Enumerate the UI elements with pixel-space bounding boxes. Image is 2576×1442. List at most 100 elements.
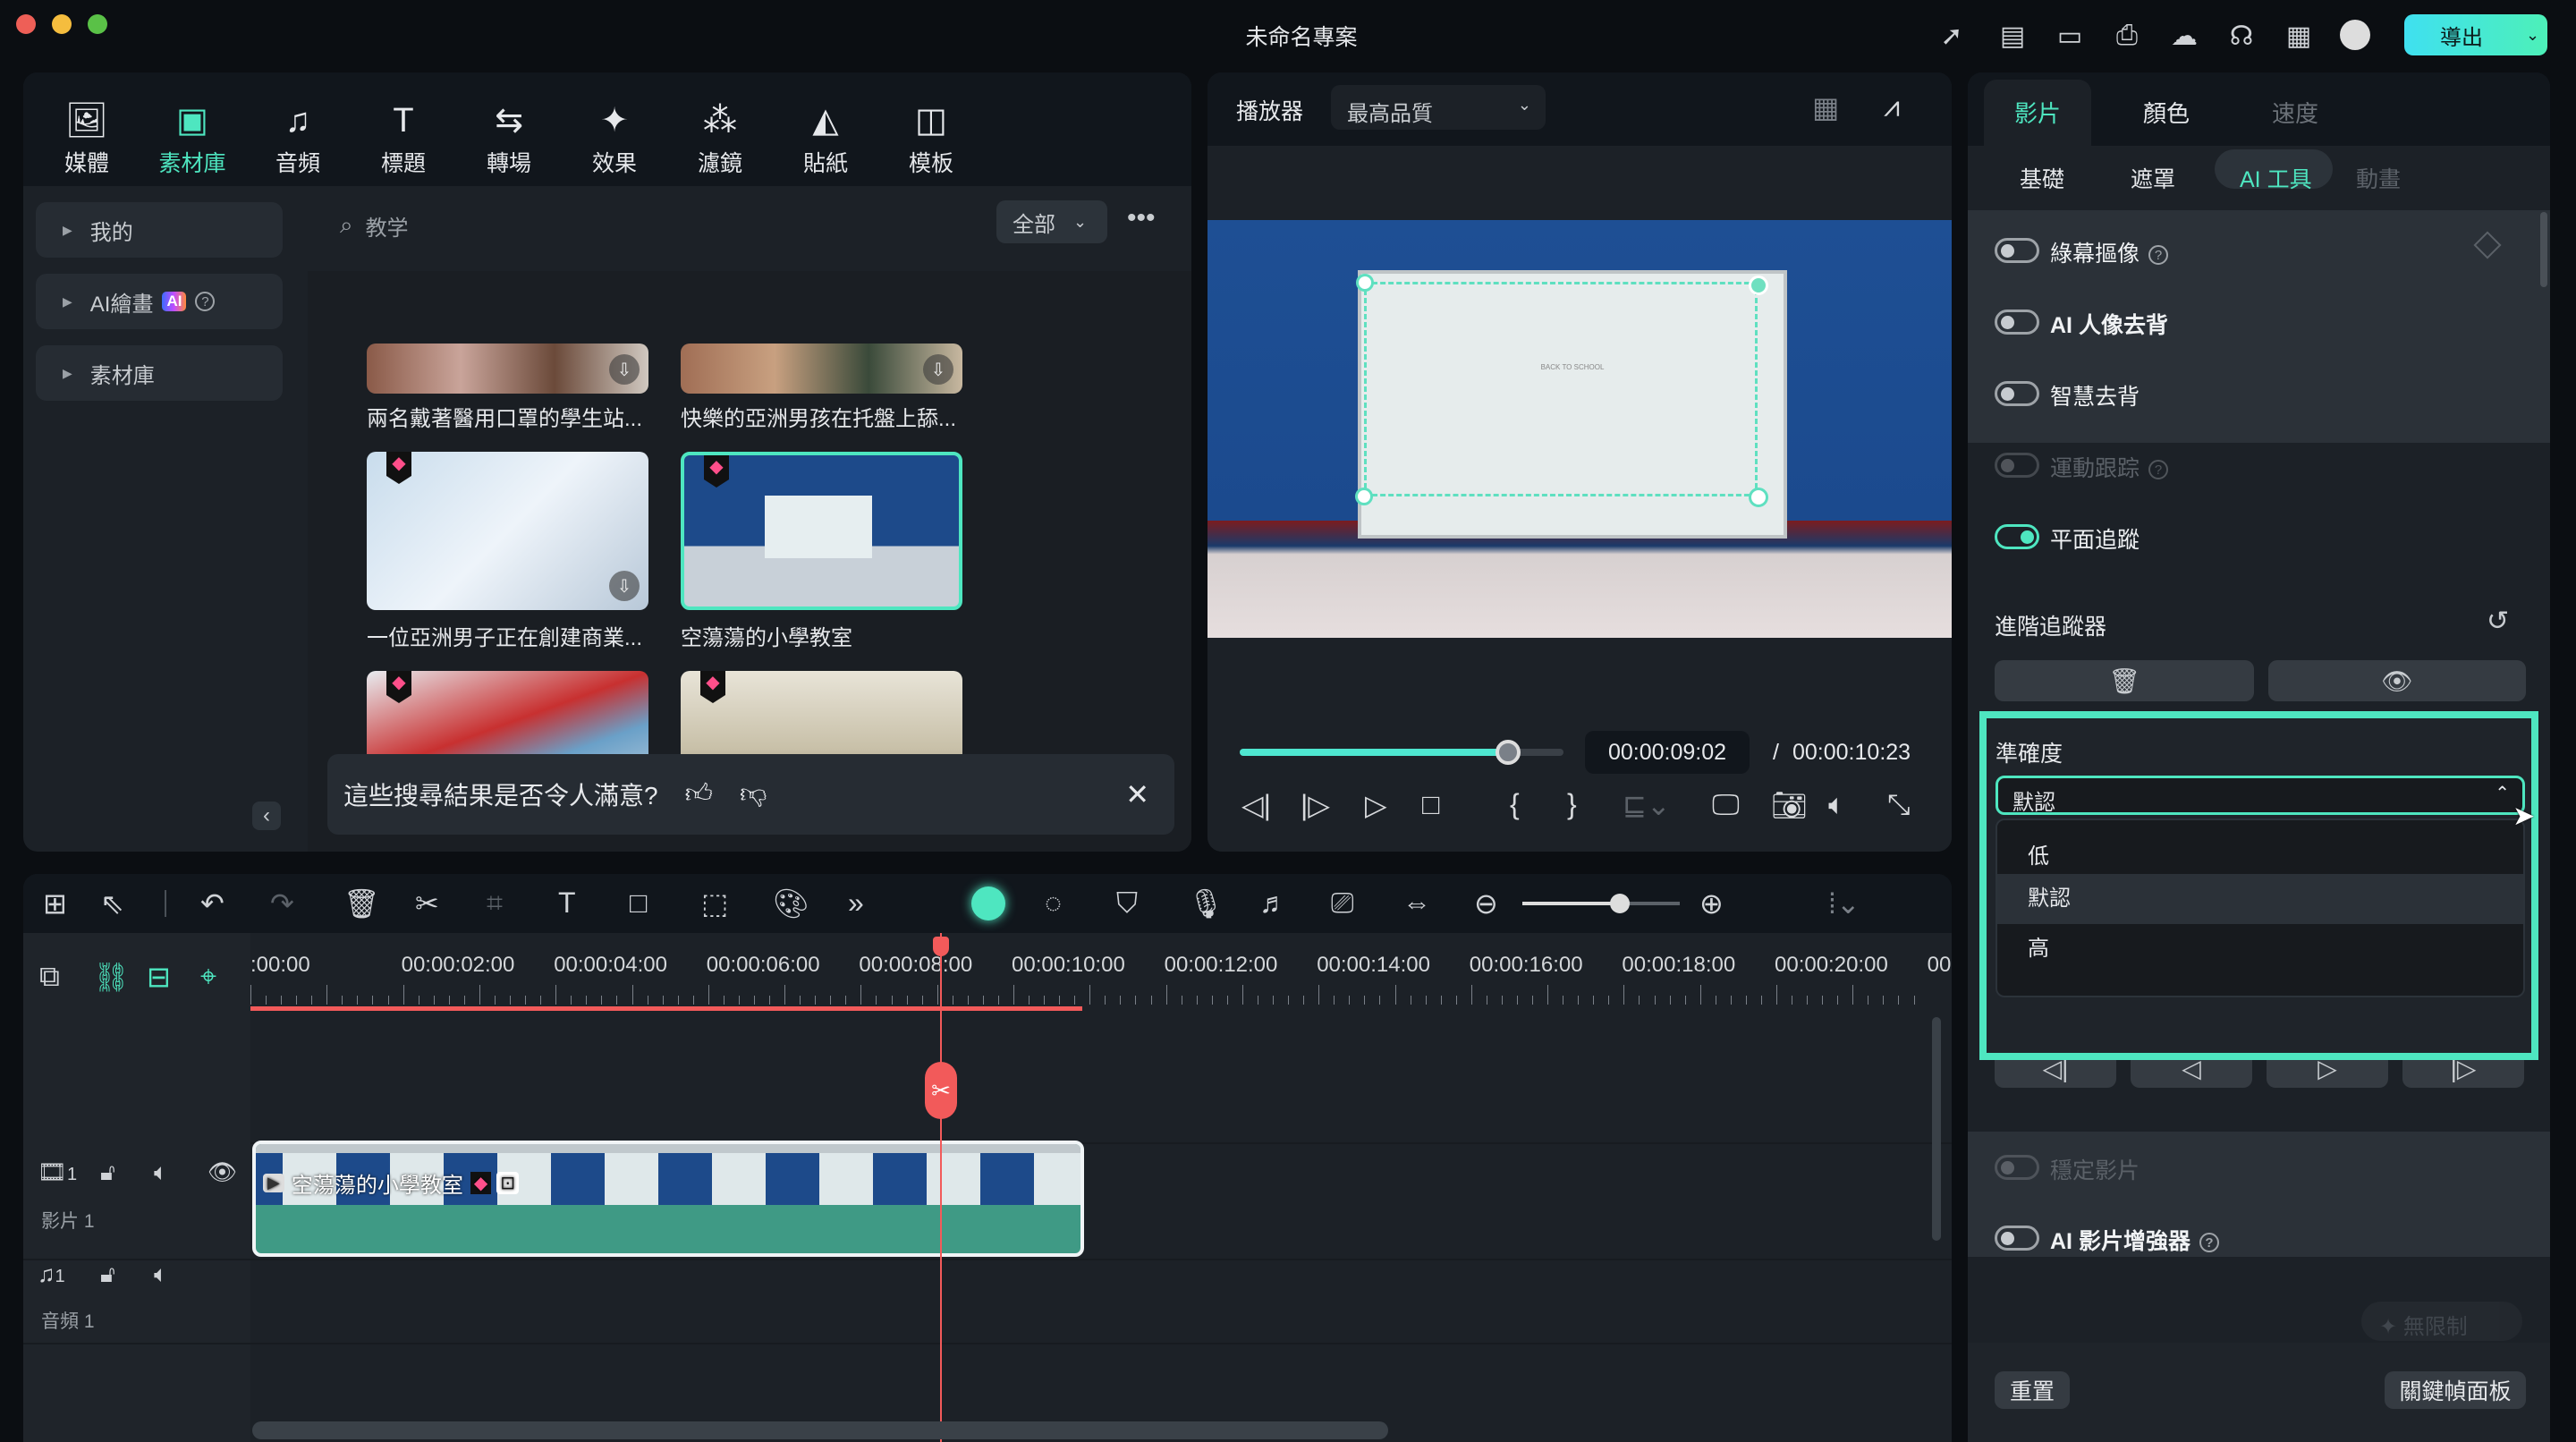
waveform-icon[interactable]: ⩘ [1884,90,1900,124]
tracking-handle[interactable] [1355,488,1373,505]
thumbs-up-icon[interactable]: 👍︎ [685,778,713,810]
more-tools-icon[interactable]: » [848,886,864,920]
grid-view-icon[interactable]: ▦ [1812,90,1839,124]
chevron-down-icon[interactable]: ⌄ [2526,26,2539,45]
keyframe-icon[interactable]: ⎚ [1331,886,1354,920]
download-icon[interactable]: ⇩ [923,354,953,385]
select-tool-icon[interactable]: ⇖ [100,886,124,920]
zoom-in-icon[interactable]: ⊕ [1699,886,1724,920]
minimize-window-button[interactable] [52,14,72,34]
tab-audio[interactable]: ♫ 音頻 [258,99,338,178]
audio-list-icon[interactable]: ♬ [1259,886,1288,920]
tracking-handle[interactable] [1749,276,1768,295]
fullscreen-icon[interactable]: ⤡ [1887,788,1911,822]
delete-icon[interactable]: 🗑︎ [343,886,380,920]
motion-tracking-toggle[interactable] [1995,453,2039,478]
redo-icon[interactable]: ↷ [270,886,294,920]
mute-icon[interactable]: 🔈︎ [154,1158,168,1187]
help-icon[interactable]: ? [2199,1233,2219,1253]
tab-video[interactable]: 影片 [2014,96,2061,129]
snap-icon[interactable]: ⌖ [200,960,216,994]
playhead[interactable] [940,933,942,1442]
delete-tracker-button[interactable]: 🗑︎ [1995,660,2254,701]
layout-icon[interactable]: ⊞ [43,886,67,920]
play-icon[interactable]: ▷ [1365,788,1387,822]
tab-effects[interactable]: ✦ 效果 [574,99,655,178]
download-icon[interactable]: ⇩ [609,354,640,385]
more-icon[interactable]: ••• [1127,203,1156,233]
time-ruler[interactable]: :00:00 00:00:02:00 00:00:04:00 00:00:06:00 0… [250,933,1952,1014]
subtab-ai-tools[interactable]: AI 工具 [2240,162,2312,194]
progress-bar[interactable] [1240,740,1563,765]
display-icon[interactable]: 🖵 [1712,788,1740,822]
text-icon[interactable]: T [558,886,576,920]
progress-knob[interactable] [1496,740,1521,765]
option-default[interactable]: 默認 [1997,874,2523,924]
lock-icon[interactable]: 🔓︎ [100,1158,115,1187]
ai-enhancer-toggle[interactable] [1995,1226,2039,1251]
help-icon[interactable]: ? [195,292,216,311]
tab-media[interactable]: 🖼 媒體 [47,99,127,178]
prev-frame-icon[interactable]: ◁| [1241,788,1271,822]
accuracy-dropdown[interactable]: 默認 ⌃ [1996,776,2525,815]
save-icon[interactable]: ⎙ [2111,20,2143,52]
video-preview[interactable]: BACK TO SCHOOL [1208,220,1952,638]
cut-icon[interactable]: ✂ [415,886,439,920]
stabilize-toggle[interactable] [1995,1155,2039,1180]
task-icon[interactable]: ▤ [1996,20,2029,52]
layout-icon[interactable]: ▭ [2054,20,2086,52]
filter-dropdown[interactable]: 全部 ⌄ [996,200,1107,243]
tracking-box[interactable] [1364,282,1758,496]
vertical-scrollbar[interactable] [1932,1017,1941,1241]
sidebar-item-ai-painting[interactable]: ▶ AI繪畫 AI? [36,274,283,329]
tab-color[interactable]: 顏色 [2143,96,2190,129]
lock-icon[interactable]: 🔓︎ [100,1260,115,1289]
fit-icon[interactable]: ⇔ [1402,886,1431,920]
zoom-out-icon[interactable]: ⊖ [1474,886,1498,920]
zoom-slider-knob[interactable] [1610,894,1630,913]
apps-icon[interactable]: ▦ [2283,20,2315,52]
close-icon[interactable]: ✕ [1125,777,1149,811]
link-icon[interactable]: ⛓ [93,960,130,994]
scrollbar[interactable] [2540,212,2547,287]
subtab-animation[interactable]: 動畫 [2356,162,2401,194]
collapse-sidebar-button[interactable]: ‹ [252,802,281,830]
preview-tracker-button[interactable]: 👁︎ [2268,660,2526,701]
reset-icon[interactable]: ↺ [2487,606,2509,637]
tab-speed[interactable]: 速度 [2272,96,2318,129]
export-button[interactable]: 導出 ⌄ [2404,14,2547,55]
help-icon[interactable]: ? [2148,460,2169,480]
zoom-slider[interactable] [1522,894,1680,913]
tab-templates[interactable]: ◫ 模板 [891,99,971,178]
video-clip[interactable]: ▶ 空蕩蕩的小學教室 ◆ ⊡ [252,1141,1084,1257]
ai-portrait-toggle[interactable] [1995,310,2039,335]
render-preview-icon[interactable]: ◌ [1045,886,1062,920]
keyframe-panel-button[interactable]: 關鍵幀面板 [2385,1371,2526,1409]
insert-icon[interactable]: ⊑⌄ [1623,788,1671,822]
mask-icon[interactable]: ⬚ [701,886,728,920]
option-high[interactable]: 高 [1997,924,2523,974]
shape-icon[interactable]: □ [630,886,647,920]
color-palette-icon[interactable]: 🎨︎ [773,886,809,920]
sidebar-item-mine[interactable]: ▶ 我的 [36,202,283,258]
avatar[interactable] [2340,20,2370,50]
camera-icon[interactable]: 📷︎ [1771,788,1808,822]
add-track-icon[interactable]: ⧉ [39,960,60,994]
media-thumbnail-selected[interactable]: ◆ [681,452,962,610]
volume-icon[interactable]: 🔈︎ [1828,788,1845,822]
headset-icon[interactable]: ☊ [2225,20,2258,52]
subtab-basic[interactable]: 基礎 [2020,162,2064,194]
tracking-handle[interactable] [1356,274,1374,292]
quality-dropdown[interactable]: 最高品質 ⌄ [1331,85,1546,130]
media-thumbnail[interactable]: ⇩ [681,344,962,394]
track-settings-icon[interactable]: ⁞⌄ [1828,886,1860,920]
reset-button[interactable]: 重置 [1995,1371,2070,1409]
ai-copilot-icon[interactable] [971,886,1005,920]
undo-icon[interactable]: ↶ [200,886,225,920]
crop-icon[interactable]: ⌗ [487,886,503,920]
tab-stickers[interactable]: ◭ 貼紙 [785,99,866,178]
tracking-handle[interactable] [1749,488,1768,507]
help-icon[interactable]: ? [2148,245,2169,266]
tab-filters[interactable]: ⁂ 濾鏡 [680,99,760,178]
option-low[interactable]: 低 [1997,820,2523,874]
